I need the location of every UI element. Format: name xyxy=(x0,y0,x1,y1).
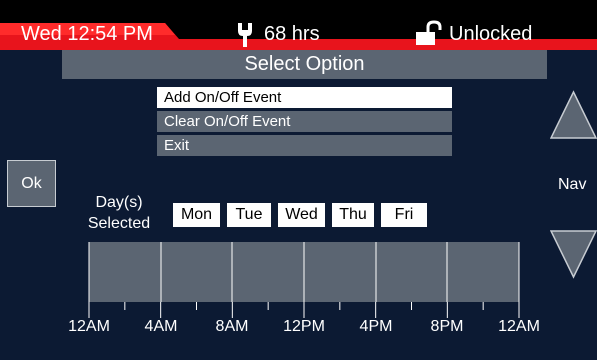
time-label-12am-end: 12AM xyxy=(498,318,540,335)
time-label-8am: 8AM xyxy=(215,318,249,335)
time-label-4pm: 4PM xyxy=(359,318,393,335)
time-label-12pm: 12PM xyxy=(283,318,325,335)
time-label-12am-start: 12AM xyxy=(68,318,110,335)
time-label-8pm: 8PM xyxy=(430,318,464,335)
time-label-4am: 4AM xyxy=(144,318,178,335)
timeline-axis xyxy=(88,242,520,318)
